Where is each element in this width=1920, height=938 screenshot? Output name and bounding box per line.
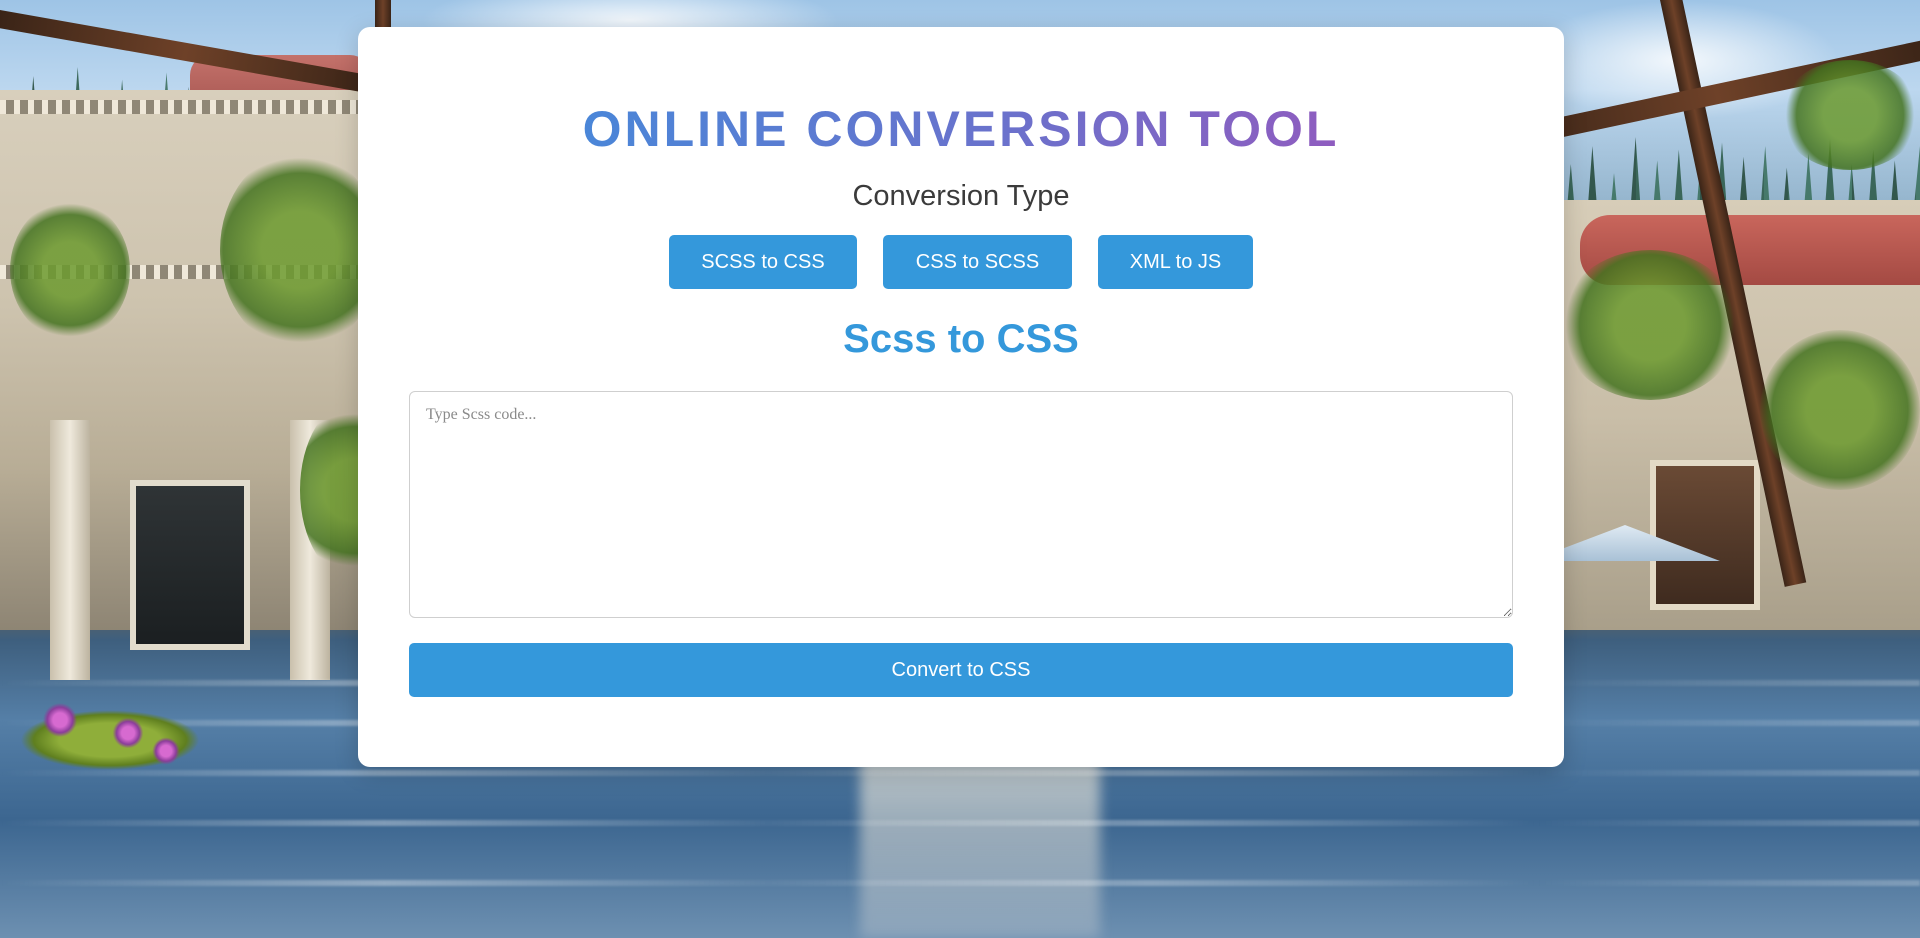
convert-button[interactable]: Convert to CSS <box>409 643 1513 697</box>
conversion-type-label: Conversion Type <box>852 180 1070 212</box>
css-to-scss-button[interactable]: CSS to SCSS <box>883 235 1072 289</box>
active-mode-heading: Scss to CSS <box>843 317 1079 361</box>
xml-to-js-button[interactable]: XML to JS <box>1098 235 1253 289</box>
scss-to-css-button[interactable]: SCSS to CSS <box>669 235 857 289</box>
conversion-type-buttons: SCSS to CSS CSS to SCSS XML to JS <box>409 235 1513 289</box>
code-input[interactable] <box>409 391 1513 618</box>
page-title: ONLINE CONVERSION TOOL <box>582 101 1340 157</box>
conversion-card: ONLINE CONVERSION TOOL Conversion Type S… <box>358 27 1564 767</box>
